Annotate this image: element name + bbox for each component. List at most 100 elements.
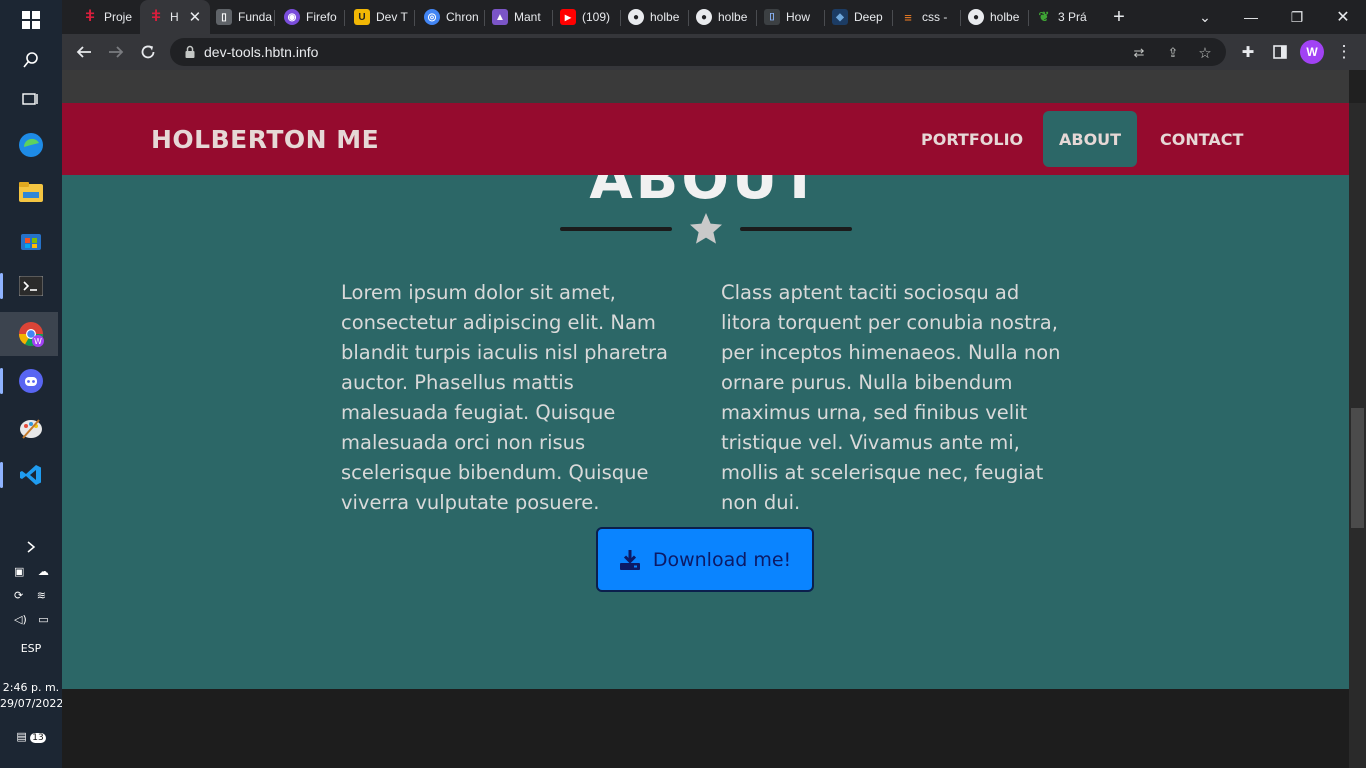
tab-separator: [756, 10, 757, 26]
browser-tab[interactable]: ● holbe: [628, 6, 684, 28]
tab-label: Chron: [446, 10, 479, 24]
site-brand[interactable]: HOLBERTON ME: [151, 125, 379, 154]
site-navbar: HOLBERTON ME PORTFOLIO ABOUT CONTACT: [62, 103, 1349, 175]
notification-center[interactable]: ▤ 13: [0, 730, 62, 743]
restore-button[interactable]: ❐: [1274, 0, 1320, 34]
nav-link-portfolio[interactable]: PORTFOLIO: [905, 111, 1039, 167]
page-top-band: [62, 70, 1349, 103]
browser-tab-active[interactable]: ǂ H ✕: [140, 0, 210, 34]
chrome-taskbar-icon[interactable]: W: [0, 312, 58, 356]
close-window-button[interactable]: ✕: [1320, 0, 1366, 34]
forward-arrow-icon: [109, 46, 124, 58]
forward-button[interactable]: [102, 38, 130, 66]
pinned-indicator: [0, 462, 3, 488]
file-explorer-icon[interactable]: [15, 176, 47, 208]
about-text-left: Lorem ipsum dolor sit amet, consectetur …: [341, 281, 668, 514]
tab-separator: [824, 10, 825, 26]
meet-now-icon[interactable]: ▣: [14, 565, 24, 578]
tab-search-icon[interactable]: ⌄: [1182, 0, 1228, 34]
new-tab-button[interactable]: +: [1096, 0, 1142, 34]
browser-tab[interactable]: ❦ 3 Prá: [1036, 6, 1092, 28]
star-icon: [690, 213, 722, 244]
nav-link-about[interactable]: ABOUT: [1043, 111, 1138, 167]
onedrive-icon[interactable]: ☁: [38, 565, 49, 578]
tab-separator: [484, 10, 485, 26]
tab-label: Funda: [238, 10, 272, 24]
edge-icon[interactable]: [15, 129, 47, 161]
tab-label: Firefo: [306, 10, 337, 24]
tab-label: holbe: [650, 10, 680, 24]
tab-label: css -: [922, 10, 948, 24]
browser-tab[interactable]: ▯ Funda: [216, 6, 272, 28]
browser-tab[interactable]: ● holbe: [696, 6, 752, 28]
profile-avatar[interactable]: W: [1300, 40, 1324, 64]
browser-tab[interactable]: U Dev T: [354, 6, 410, 28]
tab-strip: ǂ Proje ǂ H ✕ ▯ Funda ◉ Firefo U Dev T ◎…: [62, 0, 1366, 34]
tab-separator: [960, 10, 961, 26]
stackoverflow-favicon-icon: ≡: [904, 9, 912, 25]
tab-separator: [1028, 10, 1029, 26]
holberton-favicon-icon: ǂ: [85, 8, 95, 25]
browser-tab[interactable]: ▶ (109): [560, 6, 618, 28]
share-icon[interactable]: ⇪: [1164, 44, 1182, 62]
language-indicator[interactable]: ESP: [0, 642, 62, 655]
holberton-favicon-icon: ǂ: [151, 8, 161, 25]
tab-label: holbe: [990, 10, 1020, 24]
pinned-indicator: [0, 368, 3, 394]
url-text: dev-tools.hbtn.info: [204, 44, 319, 60]
discord-icon[interactable]: [15, 365, 47, 397]
browser-tab[interactable]: ▲ Mant: [492, 6, 548, 28]
kebab-menu-icon: ⋮: [1335, 42, 1353, 61]
next-section-dark: [62, 689, 1349, 768]
browser-tab[interactable]: ◉ Firefo: [284, 6, 340, 28]
paint-icon[interactable]: [15, 412, 47, 444]
bookmark-star-icon[interactable]: ☆: [1196, 44, 1214, 62]
side-panel-button[interactable]: [1266, 38, 1294, 66]
tab-label: (109): [582, 10, 611, 24]
chrome-menu-button[interactable]: ⋮: [1330, 38, 1358, 66]
store-icon[interactable]: [15, 224, 47, 256]
download-icon: [619, 549, 640, 570]
windows-taskbar: W ▣ ☁ ⟳ ≋ ◁) ▭ ESP 2:46 p. m. 29/07/2022…: [0, 0, 63, 768]
clock-time[interactable]: 2:46 p. m.: [0, 681, 62, 694]
terminal-icon[interactable]: [15, 270, 47, 302]
page-scrollbar[interactable]: [1349, 103, 1366, 768]
divider-line-left: [560, 227, 672, 231]
start-icon[interactable]: [15, 4, 47, 36]
volume-icon[interactable]: ◁): [14, 613, 27, 626]
search-icon[interactable]: [15, 44, 47, 76]
tab-close-icon[interactable]: ✕: [189, 8, 202, 26]
tab-label: Proje: [104, 10, 133, 24]
reload-button[interactable]: [134, 38, 162, 66]
clock-date[interactable]: 29/07/2022: [0, 697, 63, 710]
task-view-icon[interactable]: [15, 83, 47, 115]
extensions-button[interactable]: ✚: [1234, 38, 1262, 66]
tray-expand-icon[interactable]: [0, 540, 62, 557]
scrollbar-thumb[interactable]: [1351, 408, 1364, 528]
update-icon[interactable]: ⟳: [14, 589, 23, 602]
lock-icon[interactable]: [182, 44, 198, 60]
download-button[interactable]: Download me!: [596, 527, 814, 592]
puzzle-icon: ✚: [1241, 44, 1255, 61]
browser-tab[interactable]: ◎ Chron: [424, 6, 480, 28]
browser-tab[interactable]: ◆ Deep: [832, 6, 888, 28]
reload-icon: [141, 45, 155, 59]
udemy-favicon-icon: U: [354, 9, 370, 25]
nav-link-contact[interactable]: CONTACT: [1144, 111, 1259, 167]
tab-label: 3 Prá: [1058, 10, 1087, 24]
browser-tab[interactable]: ⌷ How: [764, 6, 820, 28]
youtube-favicon-icon: ▶: [560, 9, 576, 25]
battery-icon[interactable]: ▭: [38, 613, 48, 626]
address-bar[interactable]: dev-tools.hbtn.info ⇄ ⇪ ☆: [170, 38, 1226, 66]
translate-icon[interactable]: ⇄: [1130, 44, 1148, 62]
browser-tab[interactable]: ≡ css -: [900, 6, 956, 28]
browser-tab[interactable]: ǂ Proje: [82, 6, 140, 28]
github-favicon-icon: ●: [696, 9, 712, 25]
vscode-icon[interactable]: [15, 459, 47, 491]
tab-separator: [344, 10, 345, 26]
back-arrow-icon: [76, 46, 91, 58]
minimize-button[interactable]: —: [1228, 0, 1274, 34]
wifi-icon[interactable]: ≋: [37, 589, 46, 602]
browser-tab[interactable]: ● holbe: [968, 6, 1024, 28]
back-button[interactable]: [70, 38, 98, 66]
